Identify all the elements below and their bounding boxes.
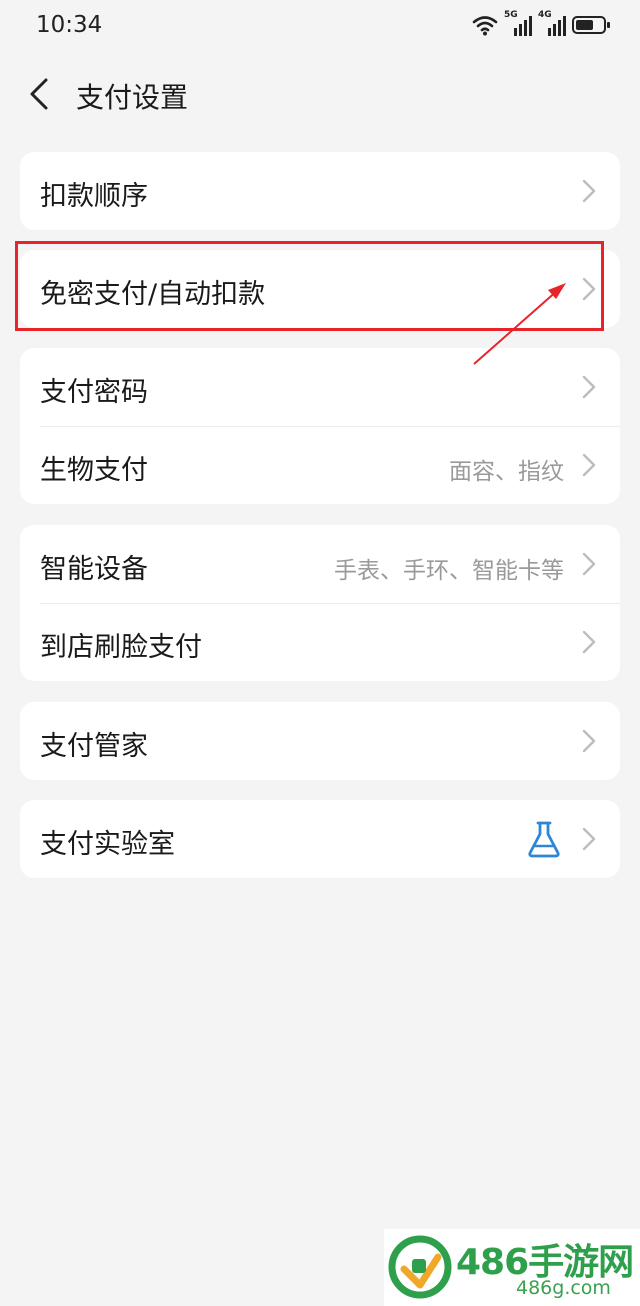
- row-payment-password[interactable]: 支付密码: [20, 348, 620, 426]
- signal-5g-icon: 5G: [504, 10, 532, 36]
- settings-group-1: 扣款顺序: [20, 152, 620, 230]
- row-label: 到店刷脸支付: [40, 632, 202, 663]
- watermark-url: 486g.com: [516, 1277, 611, 1299]
- chevron-right-icon: [582, 729, 596, 753]
- row-password-free-payment[interactable]: 免密支付/自动扣款: [20, 250, 620, 328]
- row-label: 免密支付/自动扣款: [40, 279, 266, 310]
- settings-group-5: 支付管家: [20, 702, 620, 780]
- row-face-pay-in-store[interactable]: 到店刷脸支付: [20, 603, 620, 681]
- row-label: 智能设备: [40, 554, 148, 585]
- chevron-right-icon: [582, 630, 596, 654]
- wifi-icon: [472, 16, 498, 36]
- chevron-right-icon: [582, 277, 596, 301]
- chevron-left-icon[interactable]: [22, 74, 58, 114]
- chevron-right-icon: [582, 453, 596, 477]
- signal-4g-icon: 4G: [538, 10, 566, 36]
- nav-header: 支付设置: [0, 60, 640, 130]
- watermark-logo-icon: [388, 1235, 452, 1299]
- page-title: 支付设置: [76, 81, 189, 114]
- watermark: 486手游网 486g.com: [384, 1229, 640, 1306]
- row-label: 支付实验室: [40, 829, 175, 860]
- chevron-right-icon: [582, 552, 596, 576]
- row-label: 扣款顺序: [40, 181, 148, 212]
- network-4g-label: 4G: [538, 10, 552, 20]
- row-label: 支付密码: [40, 377, 148, 408]
- settings-group-6: 支付实验室: [20, 800, 620, 878]
- row-deduction-order[interactable]: 扣款顺序: [20, 152, 620, 230]
- network-5g-label: 5G: [504, 10, 518, 20]
- status-time: 10:34: [36, 12, 103, 38]
- settings-group-3: 支付密码 生物支付 面容、指纹: [20, 348, 620, 504]
- row-label: 支付管家: [40, 731, 148, 762]
- row-value: 面容、指纹: [449, 459, 564, 485]
- chevron-right-icon: [582, 179, 596, 203]
- row-biometric-payment[interactable]: 生物支付 面容、指纹: [20, 426, 620, 504]
- row-payment-manager[interactable]: 支付管家: [20, 702, 620, 780]
- status-bar: 10:34 5G 4G: [0, 0, 640, 54]
- row-smart-devices[interactable]: 智能设备 手表、手环、智能卡等: [20, 525, 620, 603]
- row-payment-lab[interactable]: 支付实验室: [20, 800, 620, 878]
- settings-group-2: 免密支付/自动扣款: [20, 250, 620, 328]
- row-value: 手表、手环、智能卡等: [334, 558, 564, 584]
- flask-icon: [528, 821, 560, 858]
- row-label: 生物支付: [40, 455, 148, 486]
- chevron-right-icon: [582, 375, 596, 399]
- settings-group-4: 智能设备 手表、手环、智能卡等 到店刷脸支付: [20, 525, 620, 681]
- battery-icon: [572, 16, 610, 34]
- chevron-right-icon: [582, 827, 596, 851]
- status-icons: 5G 4G: [472, 10, 610, 36]
